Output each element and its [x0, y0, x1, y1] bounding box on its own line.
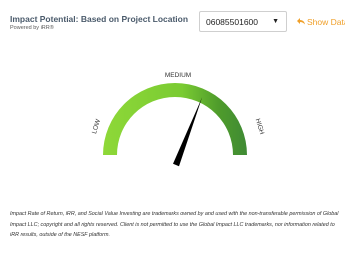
gauge-needle [173, 97, 203, 167]
gauge-label-medium: MEDIUM [165, 72, 191, 79]
gauge-label-low: LOW [91, 118, 102, 135]
trademark-disclaimer: Impact Rate of Return, iRR, and Social V… [10, 211, 339, 238]
gauge-label-high: HIGH [254, 118, 266, 136]
impact-gauge: LOW MEDIUM HIGH [91, 72, 266, 167]
gauge-arc [103, 83, 247, 155]
